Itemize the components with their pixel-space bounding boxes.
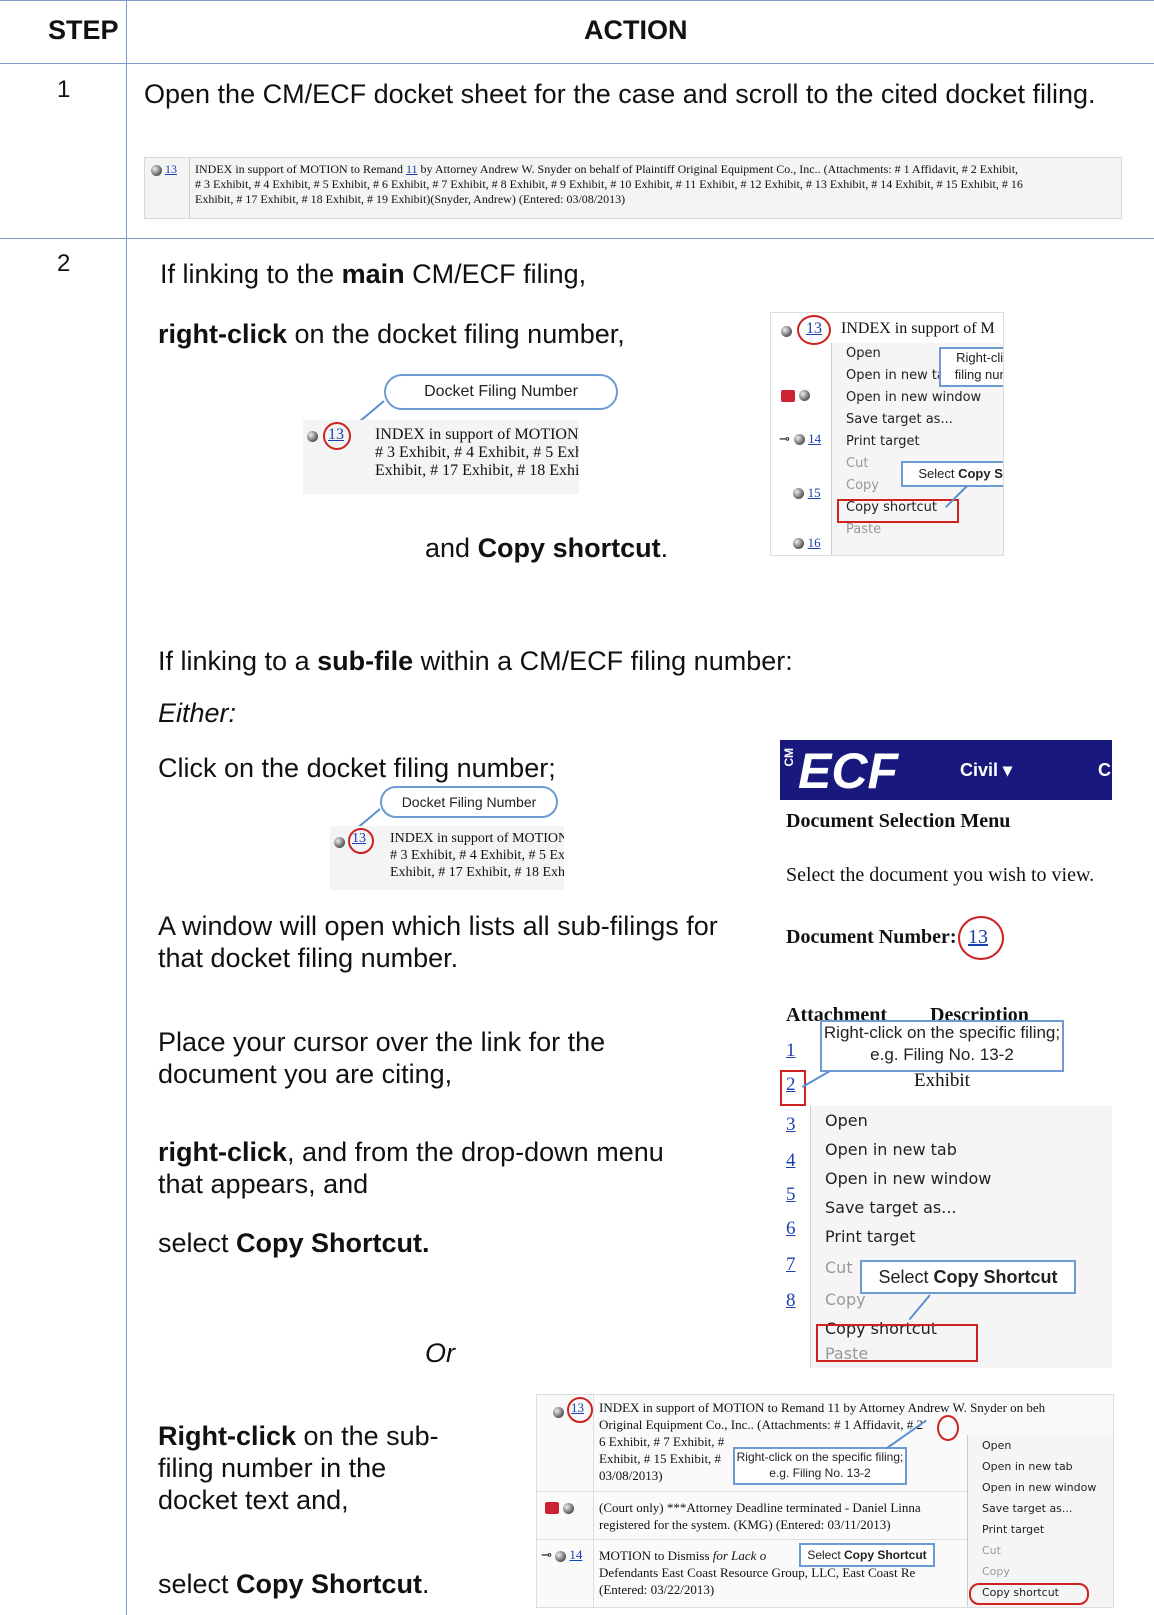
select-copy-callout: Select Copy Shortcut bbox=[901, 461, 1003, 487]
step-instruction: Open the CM/ECF docket sheet for the cas… bbox=[144, 79, 1096, 109]
menu-open-new-tab[interactable]: Open in new tab bbox=[811, 1135, 1112, 1164]
select-copy-instruction: select Copy Shortcut. bbox=[158, 1228, 430, 1258]
ctx-docket-title: INDEX in support of M bbox=[841, 320, 995, 337]
column-divider bbox=[126, 0, 127, 1615]
menu-open-new-window[interactable]: Open in new window bbox=[832, 387, 1003, 409]
docket-number-link[interactable]: 13 bbox=[165, 162, 177, 176]
ecf-logo: ECF bbox=[798, 743, 898, 799]
menu-open[interactable]: Open bbox=[968, 1435, 1113, 1456]
document-selection-screenshot: CM ECF Civil ▾ C Document Selection Menu… bbox=[780, 740, 1112, 1368]
attachment-link[interactable]: 5 bbox=[786, 1184, 796, 1206]
attachment-link[interactable]: 4 bbox=[786, 1150, 796, 1172]
attachment-link[interactable]: 7 bbox=[786, 1254, 796, 1276]
docket-text: INDEX in support of MOTION to Remand 11 … bbox=[195, 162, 1117, 207]
attachment-link[interactable]: 1 bbox=[786, 1040, 796, 1062]
right-click-specific-callout: Right-click on the specific filing; e.g.… bbox=[733, 1447, 907, 1485]
right-click-subfiling-instruction: Right-click on the sub-filing number in … bbox=[158, 1421, 439, 1515]
attachment-link[interactable]: 6 bbox=[786, 1218, 796, 1240]
step-column-header: STEP bbox=[48, 15, 119, 45]
menu-open-new-window[interactable]: Open in new window bbox=[811, 1164, 1112, 1193]
docket-filing-number-callout: Docket Filing Number bbox=[384, 374, 618, 410]
action-column-header: ACTION bbox=[584, 15, 688, 45]
menu-print-target[interactable]: Print target bbox=[832, 431, 1003, 453]
mini-docket-number[interactable]: 13 bbox=[352, 831, 366, 847]
docket-context-screenshot: 13 INDEX in support of MOTION to Remand … bbox=[536, 1394, 1114, 1608]
docket-entry-strip: 13 INDEX in support of MOTION to Remand … bbox=[144, 157, 1122, 219]
ecf-logo-small: CM bbox=[782, 748, 796, 767]
lock-icon bbox=[781, 389, 795, 402]
row-divider bbox=[0, 238, 1154, 239]
attachment-link[interactable]: 8 bbox=[786, 1290, 796, 1312]
docket-line2: # 3 Exhibit, # 4 Exhibit, # 5 Exhibit, #… bbox=[195, 177, 1023, 191]
exhibit-description: Exhibit bbox=[914, 1070, 970, 1091]
ctx-docket-number[interactable]: 13 bbox=[806, 320, 822, 338]
menu-save-target[interactable]: Save target as... bbox=[811, 1193, 1112, 1222]
menu-open[interactable]: Open bbox=[811, 1106, 1112, 1135]
mini-docket-line1: INDEX in support of MOTION bbox=[390, 831, 564, 846]
right-click-menu-instruction: right-click, and from the drop-down menu… bbox=[158, 1137, 664, 1199]
document-number-link[interactable]: 13 bbox=[968, 926, 988, 949]
select-copy-callout: Select Copy Shortcut bbox=[860, 1260, 1076, 1294]
menu-save-target[interactable]: Save target as... bbox=[832, 409, 1003, 431]
cursor-instruction: Place your cursor over the link for the … bbox=[158, 1027, 606, 1089]
select-copy-callout: Select Copy Shortcut bbox=[799, 1543, 935, 1567]
docket-filing-number-callout: Docket Filing Number bbox=[380, 786, 558, 818]
copy-shortcut-instruction: and Copy shortcut. bbox=[425, 533, 669, 563]
menu-print-target[interactable]: Print target bbox=[811, 1222, 1112, 1251]
step-number: 2 bbox=[57, 250, 71, 277]
mini-docket-line3: Exhibit, # 17 Exhibit, # 18 Exhibi bbox=[390, 865, 564, 880]
mini-docket-line2: # 3 Exhibit, # 4 Exhibit, # 5 Exhibit bbox=[390, 848, 564, 863]
lock-icon bbox=[545, 1502, 559, 1515]
window-opens-text: A window will open which lists all sub-f… bbox=[158, 911, 718, 973]
context-menu: Open Open in new tab Open in new window … bbox=[967, 1435, 1113, 1607]
civil-menu[interactable]: Civil ▾ bbox=[960, 760, 1012, 781]
select-copy-instruction: select Copy Shortcut. bbox=[158, 1569, 430, 1599]
document-number-label: Document Number: bbox=[786, 926, 957, 948]
table-header-row bbox=[0, 0, 1154, 64]
main-filing-intro: If linking to the main CM/ECF filing, bbox=[160, 259, 587, 289]
sub-file-intro: If linking to a sub-file within a CM/ECF… bbox=[158, 646, 793, 676]
menu-print-target[interactable]: Print target bbox=[968, 1519, 1113, 1540]
menu-cut[interactable]: Cut bbox=[968, 1540, 1113, 1561]
docket-number-cell: 13 bbox=[151, 162, 187, 177]
context-menu-screenshot: 13 INDEX in support of M ⊸ 14 15 16 Open… bbox=[770, 312, 1004, 556]
motion-link[interactable]: 11 bbox=[406, 162, 418, 176]
mini-docket-line3: Exhibit, # 17 Exhibit, # 18 Exhibi bbox=[375, 462, 579, 479]
docket-number-link[interactable]: 14 bbox=[569, 1547, 582, 1562]
ecf-header-bar: CM ECF Civil ▾ C bbox=[780, 740, 1112, 800]
mini-docket-screenshot: 13 INDEX in support of MOTION # 3 Exhibi… bbox=[303, 420, 579, 494]
docket-line1-pre: INDEX in support of MOTION to Remand bbox=[195, 162, 406, 176]
attachment-link[interactable]: 3 bbox=[786, 1114, 796, 1136]
right-click-instruction: right-click on the docket filing number, bbox=[158, 319, 625, 349]
next-menu[interactable]: C bbox=[1098, 760, 1111, 781]
docket-status-icon bbox=[151, 164, 162, 176]
mini-docket-line2: # 3 Exhibit, # 4 Exhibit, # 5 Exhibit bbox=[375, 444, 579, 461]
mini-docket-line1: INDEX in support of MOTION bbox=[375, 426, 579, 443]
docket-line1-post: by Attorney Andrew W. Snyder on behalf o… bbox=[417, 162, 1019, 176]
click-instruction: Click on the docket filing number; bbox=[158, 753, 556, 783]
mini-docket-number[interactable]: 13 bbox=[328, 426, 344, 444]
menu-open-new-tab[interactable]: Open in new tab bbox=[968, 1456, 1113, 1477]
or-label: Or bbox=[425, 1338, 455, 1368]
docket-line3: Exhibit, # 17 Exhibit, # 18 Exhibit, # 1… bbox=[195, 192, 626, 206]
right-click-callout: Right-click on the filing number, and bbox=[939, 347, 1003, 387]
document-selection-title: Document Selection Menu bbox=[786, 810, 1011, 832]
attachment-link[interactable]: 2 bbox=[786, 1074, 796, 1096]
menu-save-target[interactable]: Save target as... bbox=[968, 1498, 1113, 1519]
select-prompt: Select the document you wish to view. bbox=[786, 864, 1095, 886]
menu-open-new-window[interactable]: Open in new window bbox=[968, 1477, 1113, 1498]
docket-number-link[interactable]: 13 bbox=[571, 1400, 584, 1416]
either-label: Either: bbox=[158, 698, 237, 728]
menu-copy[interactable]: Copy bbox=[968, 1561, 1113, 1582]
step-number: 1 bbox=[57, 76, 71, 103]
mini-docket-screenshot: 13 INDEX in support of MOTION # 3 Exhibi… bbox=[330, 826, 564, 890]
right-click-specific-callout: Right-click on the specific filing; e.g.… bbox=[820, 1020, 1064, 1072]
court-only-entry: (Court only) ***Attorney Deadline termin… bbox=[599, 1500, 921, 1532]
